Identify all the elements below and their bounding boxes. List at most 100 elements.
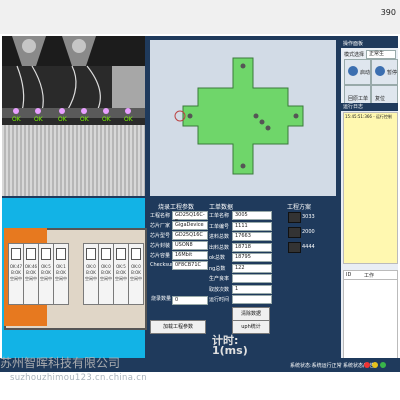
param-input[interactable]: GD25Q16C <box>172 231 208 240</box>
work-label: 工单编号 <box>209 223 230 230</box>
work-input[interactable]: 1 <box>232 284 272 294</box>
status-yellow-light <box>372 362 378 368</box>
socket-window <box>26 248 36 260</box>
slot-line: 空闲中 <box>100 276 112 281</box>
burn-count-label: 烧录数量 <box>151 296 172 302</box>
work-input[interactable]: 122 <box>232 263 272 273</box>
slot-line: 空闲中 <box>55 276 67 281</box>
socket-window <box>86 248 96 260</box>
ok-mark: OK <box>80 116 89 123</box>
work-input[interactable]: 18718 <box>232 242 272 252</box>
socket-slot: OK:5 B:OK 空闲中 <box>38 243 54 305</box>
project-item-label: 3033 <box>302 214 315 220</box>
param-label: 工程名称 <box>150 213 171 219</box>
stop-label: 暂停 <box>387 70 398 76</box>
socket-slot: OK:0 B:OK 空闲中 <box>128 243 144 305</box>
socket-slot: OK:47 B:OK 空闲中 <box>8 243 24 305</box>
mode-label: 模式选择 <box>344 52 365 58</box>
work-label: 运行时间 <box>209 297 230 303</box>
ok-mark: OK <box>58 116 67 123</box>
param-label: 芯片型号 <box>150 233 171 239</box>
work-input[interactable]: 3005 <box>232 211 272 220</box>
chip-icon[interactable] <box>288 242 301 253</box>
param-input[interactable]: GD25Q16C-E <box>172 211 208 225</box>
project-item-label: 2000 <box>302 229 315 235</box>
socket-window <box>116 248 126 260</box>
socket-window <box>131 248 141 260</box>
camera-view: OK OK OK OK OK OK <box>2 36 145 125</box>
socket-slot: OK:5 B:OK 空闲中 <box>113 243 129 305</box>
socket-slot: OK:0 B:OK 空闲中 <box>83 243 99 305</box>
mode-select[interactable]: 正常生 <box>366 50 396 59</box>
process-params-title: 烧录工程参数 <box>158 204 195 211</box>
param-input[interactable]: GigaDevice <box>172 221 208 230</box>
watermark-url: suzhouzhimou123.cn.china.cn <box>10 373 147 383</box>
param-label: 芯片厂家 <box>150 223 171 229</box>
log-title: 运行日志 <box>341 103 398 111</box>
slot-line: 空闲中 <box>115 276 127 281</box>
operation-title: 操作面板 <box>341 40 398 48</box>
work-label: ng总数 <box>209 265 226 272</box>
status-left: 系统状态:系统运行正常 <box>290 363 342 369</box>
reset-label: 复位 <box>375 96 386 102</box>
socket-slot: OK:1 B:OK 空闲中 <box>53 243 69 305</box>
slot-line: 空闲中 <box>10 276 22 281</box>
work-label: ok总数 <box>209 255 225 261</box>
work-label: 进料总数 <box>209 234 230 240</box>
metal-surface <box>2 125 145 196</box>
work-label: 工单名称 <box>209 213 230 219</box>
status-green-light <box>380 362 386 368</box>
camera-image <box>2 36 145 125</box>
table-header-id: ID <box>346 272 352 278</box>
timer-value: 1(ms) <box>212 344 248 357</box>
socket-window <box>41 248 51 260</box>
load-project-button[interactable]: 加载工程参数 <box>150 320 206 334</box>
slot-line: 空闲中 <box>130 276 142 281</box>
work-input[interactable] <box>232 295 272 304</box>
work-input[interactable] <box>232 274 272 283</box>
socket-window <box>101 248 111 260</box>
socket-window <box>11 248 21 260</box>
param-input[interactable]: 0F8CB71C <box>172 261 208 270</box>
work-input[interactable]: 1111 <box>232 221 272 231</box>
work-input[interactable]: 18795 <box>232 253 272 262</box>
play-icon <box>348 66 358 76</box>
param-label: 芯片容量 <box>150 253 171 259</box>
work-input[interactable]: 17663 <box>232 232 272 241</box>
chip-position-view <box>150 40 336 196</box>
table-header-work: 工作 <box>364 273 375 279</box>
param-label: 芯片封装 <box>150 243 171 249</box>
work-data-title: 工单数据 <box>209 204 234 211</box>
chip-icon[interactable] <box>288 212 301 223</box>
ok-mark: OK <box>102 116 111 123</box>
burn-count-input[interactable]: 0 <box>172 296 208 305</box>
status-red-light <box>364 362 370 368</box>
param-input[interactable]: 16Mbit <box>172 251 208 260</box>
slot-line: 空闲中 <box>25 276 37 281</box>
log-entry: 15:45:51:366 - 运行控制 <box>345 114 392 119</box>
slot-line: 空闲中 <box>85 276 97 281</box>
ok-mark: OK <box>12 116 21 123</box>
start-label: 启动 <box>360 70 371 76</box>
socket-slot: OK:46 B:OK 空闲中 <box>23 243 39 305</box>
project-title: 工程方案 <box>287 204 312 211</box>
pause-icon <box>375 66 385 76</box>
chip-icon[interactable] <box>288 227 301 238</box>
ok-mark: OK <box>34 116 43 123</box>
socket-window <box>56 248 66 260</box>
log-area: 15:45:51:366 - 运行控制 <box>343 112 398 264</box>
window-titlebar: 390 <box>0 0 400 34</box>
work-label: 出料总数 <box>209 244 230 251</box>
start-button[interactable]: 启动 <box>344 59 371 85</box>
ok-mark: OK <box>124 116 133 123</box>
socket-slot: OK:0 B:OK 空闲中 <box>98 243 114 305</box>
stop-button[interactable]: 暂停 <box>371 59 398 85</box>
watermark-company: 苏州智晖科技有限公司 <box>0 356 121 370</box>
chip-diagram <box>174 57 304 175</box>
clear-data-button[interactable]: 清除数据 <box>232 307 270 321</box>
param-input[interactable]: USON8 <box>172 241 208 250</box>
work-label: 取放次数 <box>209 286 230 293</box>
work-label: 生产良率 <box>209 276 230 282</box>
project-item-label: 4444 <box>302 244 315 250</box>
title-fragment: 390 <box>380 8 396 17</box>
